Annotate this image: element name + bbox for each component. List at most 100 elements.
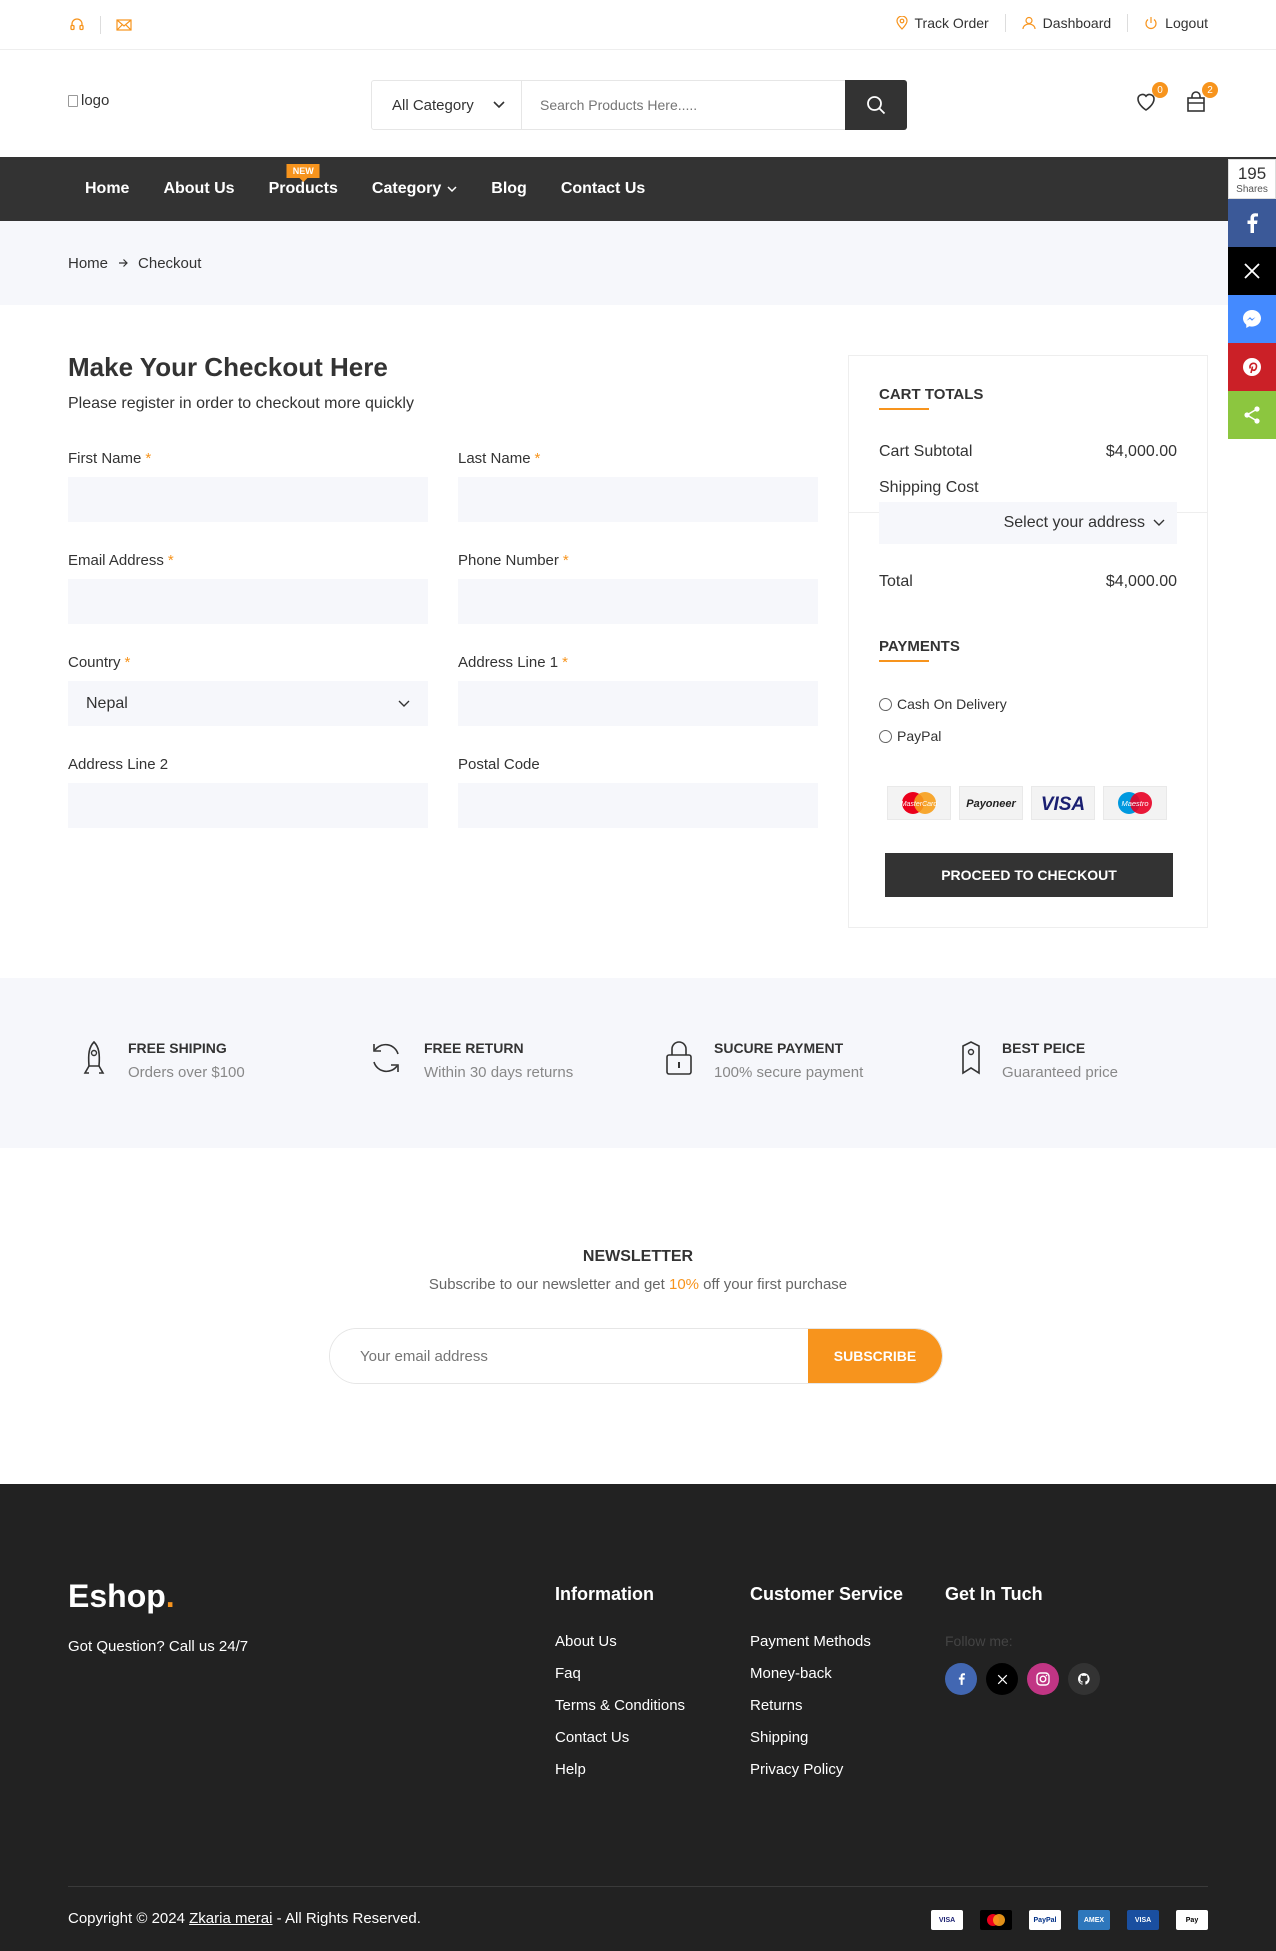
logout-link[interactable]: Logout: [1144, 15, 1208, 31]
country-select[interactable]: Nepal: [68, 681, 428, 726]
footer-link[interactable]: Shipping: [750, 1729, 903, 1761]
chevron-down-icon: [398, 700, 410, 707]
cart-totals-heading: CART TOTALS: [879, 386, 984, 403]
x-link[interactable]: [986, 1663, 1018, 1695]
footer-question: Got Question? Call us 24/7: [68, 1638, 249, 1655]
track-order-link[interactable]: Track Order: [895, 15, 989, 31]
footer-link[interactable]: Privacy Policy: [750, 1761, 903, 1793]
facebook-link[interactable]: [945, 1663, 977, 1695]
nav-item-home[interactable]: Home: [68, 180, 146, 198]
cod-radio[interactable]: [879, 697, 892, 711]
address2-input[interactable]: [68, 783, 428, 828]
address2-group: Address Line 2: [68, 756, 428, 828]
last-name-label: Last Name *: [458, 450, 818, 467]
checkout-title: Make Your Checkout Here: [68, 352, 388, 382]
dashboard-link[interactable]: Dashboard: [1022, 15, 1112, 31]
nav-item-about[interactable]: About Us: [146, 180, 251, 198]
cod-option[interactable]: Cash On Delivery: [879, 696, 1007, 712]
address1-label: Address Line 1 *: [458, 654, 818, 671]
feature-secure-payment: SUCURE PAYMENT 100% secure payment: [664, 1040, 863, 1081]
copyright-before: Copyright © 2024: [68, 1910, 190, 1927]
last-name-input[interactable]: [458, 477, 818, 522]
subtotal-label: Cart Subtotal: [879, 443, 973, 460]
feature-title: BEST PEICE: [1002, 1040, 1086, 1056]
nav-item-label: Products: [268, 180, 338, 197]
feature-desc: Guaranteed price: [1002, 1064, 1118, 1081]
footer-link[interactable]: About Us: [555, 1633, 685, 1665]
headset-icon[interactable]: [68, 16, 86, 34]
divider: [1127, 14, 1129, 32]
messenger-icon: [1243, 310, 1261, 328]
nav-item-category[interactable]: Category: [355, 180, 474, 198]
footer-link[interactable]: Help: [555, 1761, 685, 1793]
paypal-option[interactable]: PayPal: [879, 728, 941, 744]
nav-item-blog[interactable]: Blog: [474, 180, 544, 198]
checkout-form: Make Your Checkout Here Please register …: [68, 352, 818, 828]
shipping-address-select[interactable]: Select your address: [879, 502, 1177, 544]
total-label: Total: [879, 573, 913, 590]
nav-item-label: Blog: [491, 180, 527, 197]
newsletter-email-input[interactable]: [330, 1329, 808, 1383]
payoneer-text: Payoneer: [966, 798, 1016, 810]
footer-link[interactable]: Money-back: [750, 1665, 903, 1697]
share-more-button[interactable]: [1228, 391, 1276, 439]
postal-code-input[interactable]: [458, 783, 818, 828]
paypal-radio[interactable]: [879, 729, 892, 743]
subscribe-button[interactable]: SUBSCRIBE: [808, 1329, 942, 1383]
footer-link[interactable]: Returns: [750, 1697, 903, 1729]
feature-title: FREE RETURN: [424, 1040, 524, 1056]
cart-totals: CART TOTALS Cart Subtotal $4,000.00 Ship…: [848, 355, 1208, 928]
top-bar-links: Track Order Dashboard Logout: [895, 14, 1208, 32]
footer-link[interactable]: Contact Us: [555, 1729, 685, 1761]
dashboard-label: Dashboard: [1042, 15, 1112, 31]
copyright-author-link[interactable]: Zkaria merai: [189, 1910, 272, 1927]
footer-information: Information About Us Faq Terms & Conditi…: [555, 1584, 685, 1793]
footer-logo[interactable]: Eshop.: [68, 1578, 175, 1615]
required-mark: *: [562, 654, 568, 671]
top-bar: Track Order Dashboard Logout: [0, 0, 1276, 50]
search-icon: [867, 96, 886, 115]
power-icon: [1145, 17, 1157, 30]
maestro-logo: Maestro: [1103, 786, 1167, 820]
breadcrumb-home[interactable]: Home: [68, 255, 108, 272]
footer-link[interactable]: Terms & Conditions: [555, 1697, 685, 1729]
instagram-link[interactable]: [1027, 1663, 1059, 1695]
pinterest-share-button[interactable]: [1228, 343, 1276, 391]
nav-item-products[interactable]: NEW Products: [252, 164, 355, 198]
category-select[interactable]: All Category: [372, 81, 522, 129]
github-link[interactable]: [1068, 1663, 1100, 1695]
first-name-input[interactable]: [68, 477, 428, 522]
copyright-after: - All Rights Reserved.: [272, 1910, 421, 1927]
header: logo All Category 0 2: [0, 50, 1276, 157]
first-name-label-text: First Name: [68, 450, 142, 467]
nav-item-label: Category: [371, 180, 442, 197]
footer-link[interactable]: Faq: [555, 1665, 685, 1697]
email-input[interactable]: [68, 579, 428, 624]
facebook-share-button[interactable]: [1228, 199, 1276, 247]
instagram-icon: [1036, 1672, 1050, 1686]
newsletter-text: Subscribe to our newsletter and get 10% …: [0, 1276, 1276, 1293]
site-logo[interactable]: logo: [68, 92, 109, 109]
newsletter-form: SUBSCRIBE: [329, 1328, 943, 1384]
share-icon: [1244, 406, 1260, 424]
search-button[interactable]: [845, 80, 907, 130]
new-badge: NEW: [286, 164, 320, 182]
nav-item-contact[interactable]: Contact Us: [544, 180, 662, 198]
category-select-value: All Category: [392, 96, 474, 114]
checkout-subtitle: Please register in order to checkout mor…: [68, 395, 414, 412]
footer-service-title: Customer Service: [750, 1584, 904, 1604]
email-group: Email Address *: [68, 552, 428, 624]
footer-link[interactable]: Payment Methods: [750, 1633, 903, 1665]
footer-information-title: Information: [555, 1584, 654, 1604]
wishlist-button[interactable]: 0: [1134, 82, 1168, 114]
x-share-button[interactable]: [1228, 247, 1276, 295]
messenger-share-button[interactable]: [1228, 295, 1276, 343]
newsletter-title: NEWSLETTER: [582, 1248, 694, 1265]
cart-button[interactable]: 2: [1184, 82, 1218, 114]
address1-input[interactable]: [458, 681, 818, 726]
proceed-to-checkout-button[interactable]: PROCEED TO CHECKOUT: [885, 853, 1173, 897]
mail-icon[interactable]: [115, 16, 133, 34]
search-input[interactable]: [522, 81, 845, 129]
phone-label-text: Phone Number: [458, 552, 559, 569]
phone-input[interactable]: [458, 579, 818, 624]
